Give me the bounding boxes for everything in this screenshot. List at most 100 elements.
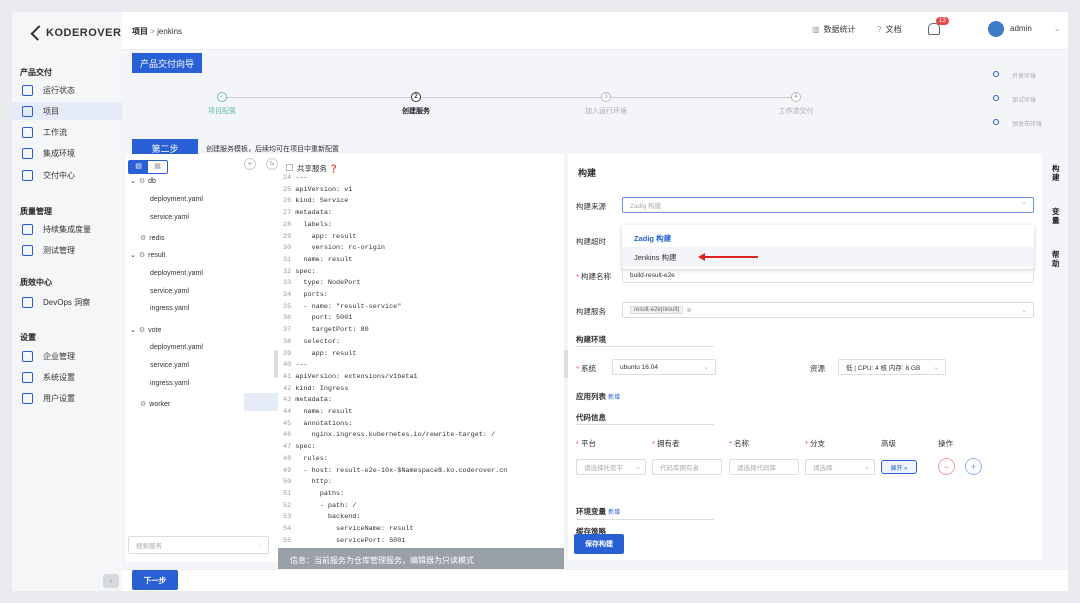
option-zadig[interactable]: Zadig 构建	[634, 233, 671, 244]
next-step-button[interactable]: 下一步	[132, 570, 178, 590]
code-line: 40 ---	[283, 361, 308, 370]
tree-file[interactable]: deployment.yaml	[150, 196, 203, 203]
sidebar-item[interactable]: 集成环境	[12, 144, 122, 162]
os-select[interactable]: ubuntu 16.04 ⌄	[612, 359, 716, 375]
save-build-button[interactable]: 保存构建	[574, 534, 624, 554]
build-service-select[interactable]: result-e2e(result) ⊗ ⌄	[622, 302, 1034, 318]
env-label: 预发布环境	[1012, 122, 1043, 128]
column-header: 平台	[576, 438, 596, 449]
sidebar-section-title: 设置	[20, 333, 36, 342]
refresh-icon[interactable]: ⇆	[266, 158, 278, 170]
avatar[interactable]	[988, 21, 1004, 37]
column-header: 名称	[729, 438, 749, 449]
annotation-arrow	[702, 256, 758, 258]
step-label: 工作流交付	[778, 108, 814, 115]
tree-file[interactable]: service.yaml	[150, 214, 189, 221]
chevron-down-icon: ⌄	[1021, 307, 1027, 314]
chevron-down-icon: ⌄	[864, 464, 870, 471]
code-line: 53 backend:	[283, 513, 361, 522]
option-jenkins[interactable]: Jenkins 构建	[634, 252, 677, 263]
chart-icon: ▥	[812, 25, 820, 34]
chevron-down-icon[interactable]: ⌄	[130, 177, 136, 185]
add-service-icon[interactable]: +	[244, 158, 256, 170]
code-line: 31 name: result	[283, 255, 353, 264]
right-tab[interactable]: 构建	[1052, 164, 1062, 182]
tree-folder[interactable]: ⌄ ⚙ result	[130, 251, 165, 260]
top-bar: 项目 > jenkins ▥ 数据统计 ? 文档 13 admin ⌄	[122, 12, 1068, 50]
breadcrumb-project[interactable]: 项目	[132, 27, 148, 36]
tree-file[interactable]: deployment.yaml	[150, 344, 203, 351]
sidebar-item[interactable]: 持续集成度量	[12, 220, 122, 238]
tree-file[interactable]: ingress.yaml	[150, 305, 189, 312]
sidebar-item[interactable]: 交付中心	[12, 166, 122, 184]
build-source-select[interactable]: Zadig 构建 ⌃	[622, 197, 1034, 213]
test-icon	[22, 244, 33, 256]
add-repo-icon[interactable]: +	[965, 458, 982, 475]
right-tab[interactable]: 变量	[1052, 207, 1062, 225]
ci-metric-icon	[22, 223, 33, 235]
view-toggle[interactable]: ▤ ▦	[128, 160, 168, 174]
workflow-icon	[22, 126, 33, 138]
branch-select[interactable]: 请选择 ⌄	[805, 459, 875, 475]
tree-folder[interactable]: ⌄ ⚙ vote	[130, 326, 161, 335]
tree-folder[interactable]: ⚙ worker	[140, 400, 170, 409]
search-service-input[interactable]: 搜索服务 ○	[128, 536, 269, 554]
repo-select[interactable]: 请选择代码库	[729, 459, 799, 475]
apps-label: 应用列表 新增	[576, 392, 621, 401]
tree-file[interactable]: deployment.yaml	[150, 270, 203, 277]
tree-folder[interactable]: ⌄ ⚙ db	[130, 177, 156, 186]
grid-icon[interactable]: ▦	[148, 161, 167, 173]
code-line: 26 kind: Service	[283, 197, 349, 206]
user-menu[interactable]: admin ⌄	[1010, 24, 1061, 33]
help-icon: ?	[877, 25, 882, 34]
code-line: 50 http:	[283, 478, 332, 487]
add-app-link[interactable]: 新增	[608, 395, 620, 401]
breadcrumb-current: jenkins	[157, 27, 183, 36]
tag-close-icon[interactable]: ⊗	[686, 306, 691, 314]
docs-link[interactable]: ? 文档	[877, 24, 901, 35]
sidebar-section-title: 质量管理	[20, 207, 52, 216]
build-title: 构建	[578, 168, 597, 178]
sidebar-item[interactable]: 系统设置	[12, 368, 122, 386]
name-label: 构建名称	[576, 271, 611, 282]
sidebar-item[interactable]: 项目	[12, 102, 122, 120]
remove-repo-icon[interactable]: −	[938, 458, 955, 475]
tree-file[interactable]: ingress.yaml	[150, 380, 189, 387]
logo-icon	[30, 25, 47, 41]
sidebar-item[interactable]: 企业管理	[12, 347, 122, 365]
sidebar-item[interactable]: 测试管理	[12, 241, 122, 259]
env-dot-icon	[993, 119, 999, 125]
code-line: 36 port: 5001	[283, 314, 353, 323]
build-name-input[interactable]: build-result-e2e	[622, 267, 1034, 283]
service-icon: ⚙	[140, 401, 147, 408]
share-checkbox[interactable]	[286, 164, 293, 171]
tree-file[interactable]: service.yaml	[150, 362, 189, 369]
code-line: 55 servicePort: 5001	[283, 536, 406, 545]
add-var-link[interactable]: 新增	[608, 510, 620, 516]
code-line: 28 labels:	[283, 220, 332, 229]
code-line: 47 spec:	[283, 443, 316, 452]
resource-select[interactable]: 低 | CPU: 4 核 内存: 8 GB ⌄	[838, 359, 946, 375]
tree-folder[interactable]: ⚙ redis	[140, 234, 164, 243]
collapse-sidebar-button[interactable]: ‹	[103, 574, 119, 588]
sidebar-item[interactable]: 用户设置	[12, 389, 122, 407]
owner-select[interactable]: 代码库拥有者	[652, 459, 722, 475]
sidebar-item[interactable]: DevOps 洞察	[12, 293, 122, 311]
expand-button[interactable]: 展开 »	[881, 460, 917, 474]
search-icon: ○	[258, 541, 262, 549]
resize-handle[interactable]	[274, 350, 278, 378]
enterprise-icon	[22, 350, 33, 362]
timeout-label: 构建超时	[576, 237, 606, 246]
tree-file[interactable]: service.yaml	[150, 288, 189, 295]
sidebar-item[interactable]: 工作流	[12, 123, 122, 141]
right-tab[interactable]: 帮助	[1052, 250, 1062, 268]
code-editor[interactable]: 共享服务 ❓ 24 --- 25 apiVersion: v1 26 kind: S…	[278, 154, 564, 548]
sidebar-item[interactable]: 运行状态	[12, 81, 122, 99]
chevron-down-icon[interactable]: ⌄	[130, 251, 136, 259]
platform-select[interactable]: 请选择托管平 ⌄	[576, 459, 646, 475]
env-title: 构建环境	[576, 335, 606, 344]
stats-link[interactable]: ▥ 数据统计	[812, 24, 856, 35]
code-line: 49 - host: result-e2e-10x-$Namespace$.ko…	[283, 466, 508, 475]
list-icon[interactable]: ▤	[129, 161, 148, 173]
chevron-down-icon[interactable]: ⌄	[130, 326, 136, 334]
